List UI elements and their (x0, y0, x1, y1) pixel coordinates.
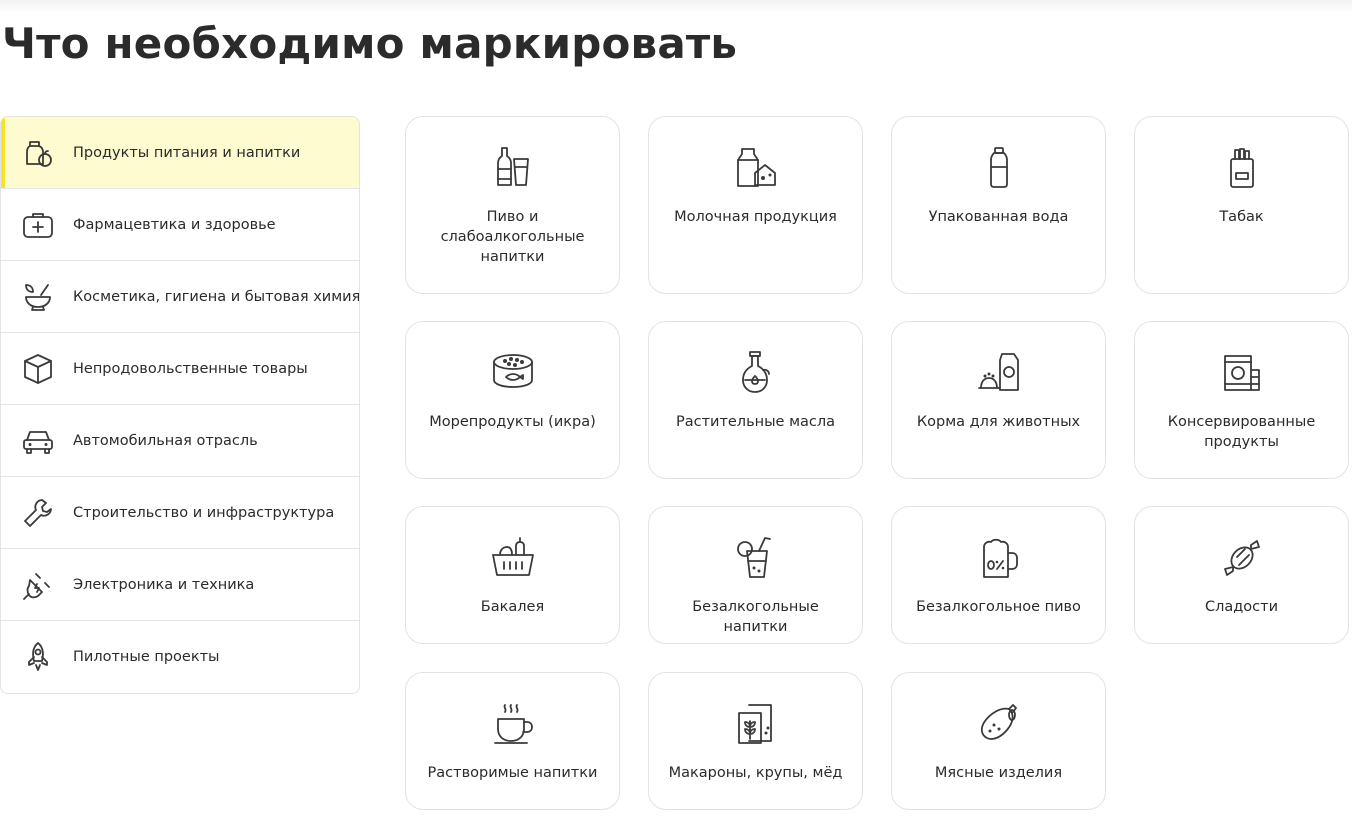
sidebar-item-label: Продукты питания и напитки (73, 144, 301, 161)
category-card-oil[interactable]: Растительные масла (648, 321, 863, 479)
sidebar-item-label: Непродовольственные товары (73, 360, 308, 377)
zero-percent-beer-icon (892, 535, 1105, 581)
sidebar-item-label: Фармацевтика и здоровье (73, 216, 276, 233)
category-label: Макароны, крупы, мёд (668, 765, 843, 781)
mortar-leaf-icon (20, 279, 56, 315)
sidebar-item-pilot[interactable]: Пилотные проекты (1, 621, 359, 693)
candy-icon (1135, 535, 1348, 581)
category-card-meat[interactable]: Мясные изделия (891, 672, 1106, 810)
category-label: Растительные масла (675, 414, 836, 430)
sidebar-item-cosmetics[interactable]: Косметика, гигиена и бытовая химия (1, 261, 359, 333)
category-card-sweets[interactable]: Сладости (1134, 506, 1349, 644)
category-card-petfood[interactable]: Корма для животных (891, 321, 1106, 479)
sidebar-item-electronics[interactable]: Электроника и техника (1, 549, 359, 621)
category-label: Корма для животных (916, 414, 1081, 430)
category-label: Консервированные продукты (1167, 414, 1316, 450)
category-label: Пиво и слабоалкогольные напитки (440, 209, 585, 265)
category-card-softdrinks[interactable]: Безалкогольные напитки (648, 506, 863, 644)
first-aid-kit-icon (20, 207, 56, 243)
category-label: Сладости (1204, 599, 1279, 615)
category-card-pasta[interactable]: Макароны, крупы, мёд (648, 672, 863, 810)
soft-drink-icon (649, 535, 862, 581)
sidebar-item-construction[interactable]: Строительство и инфраструктура (1, 477, 359, 549)
plug-icon (20, 567, 56, 603)
water-bottle-icon (892, 145, 1105, 191)
category-card-water[interactable]: Упакованная вода (891, 116, 1106, 294)
category-label: Морепродукты (икра) (429, 414, 596, 430)
sidebar-item-auto[interactable]: Автомобильная отрасль (1, 405, 359, 477)
sidebar-item-label: Автомобильная отрасль (73, 432, 258, 449)
sausage-icon (892, 701, 1105, 747)
canned-food-icon (1135, 350, 1348, 396)
category-card-nabeer[interactable]: Безалкогольное пиво (891, 506, 1106, 644)
category-card-seafood[interactable]: Морепродукты (икра) (405, 321, 620, 479)
wrench-icon (20, 495, 56, 531)
sidebar-item-pharma[interactable]: Фармацевтика и здоровье (1, 189, 359, 261)
hot-cup-icon (406, 701, 619, 747)
pet-food-icon (892, 350, 1105, 396)
category-label: Растворимые напитки (427, 765, 598, 781)
page-title: Что необходимо маркировать (2, 19, 738, 68)
rocket-icon (20, 639, 56, 675)
box-icon (20, 351, 56, 387)
category-label: Безалкогольные напитки (692, 599, 819, 635)
grain-pack-icon (649, 701, 862, 747)
caviar-can-icon (406, 350, 619, 396)
category-label: Безалкогольное пиво (916, 599, 1081, 615)
category-label: Бакалея (480, 599, 545, 615)
grocery-jar-icon (20, 135, 56, 171)
page: Что необходимо маркировать Продукты пита… (0, 0, 1352, 817)
sidebar-item-label: Пилотные проекты (73, 649, 220, 665)
beer-bottle-glass-icon (406, 145, 619, 191)
car-icon (20, 423, 56, 459)
milk-cheese-icon (649, 145, 862, 191)
category-label: Упакованная вода (928, 209, 1069, 225)
top-shade (0, 0, 1352, 14)
grocery-basket-icon (406, 535, 619, 581)
category-card-grocery[interactable]: Бакалея (405, 506, 620, 644)
sidebar-item-food[interactable]: Продукты питания и напитки (1, 117, 359, 189)
category-label: Мясные изделия (934, 765, 1063, 781)
category-card-beer[interactable]: Пиво и слабоалкогольные напитки (405, 116, 620, 294)
cigarette-pack-icon (1135, 145, 1348, 191)
sidebar-item-label: Строительство и инфраструктура (73, 504, 335, 521)
sidebar-item-label: Косметика, гигиена и бытовая химия (73, 288, 360, 305)
category-label: Табак (1219, 209, 1264, 225)
oil-bottle-icon (649, 350, 862, 396)
category-card-dairy[interactable]: Молочная продукция (648, 116, 863, 294)
category-card-canned[interactable]: Консервированные продукты (1134, 321, 1349, 479)
sidebar-item-nonfood[interactable]: Непродовольственные товары (1, 333, 359, 405)
category-card-instant[interactable]: Растворимые напитки (405, 672, 620, 810)
category-card-tobacco[interactable]: Табак (1134, 116, 1349, 294)
category-label: Молочная продукция (674, 209, 837, 225)
sidebar-item-label: Электроника и техника (73, 576, 255, 593)
category-sidebar: Продукты питания и напитки Фармацевтика … (0, 116, 360, 694)
